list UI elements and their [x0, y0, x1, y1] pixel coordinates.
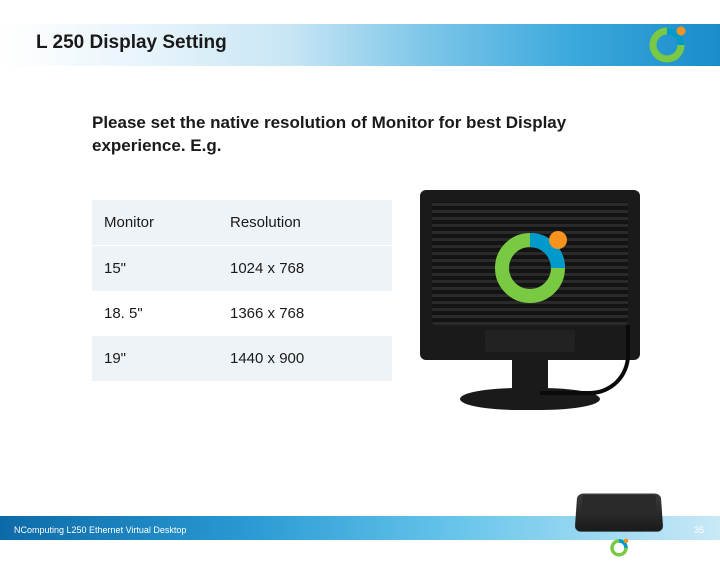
monitor-illustration	[400, 190, 660, 420]
cell-monitor: 15"	[92, 246, 218, 292]
device-illustration	[576, 492, 662, 532]
header-monitor: Monitor	[92, 200, 218, 246]
device-brand-logo	[607, 535, 632, 561]
header-resolution: Resolution	[218, 200, 392, 246]
cell-monitor: 18. 5"	[92, 291, 218, 336]
table-row: 19" 1440 x 900	[92, 336, 392, 381]
resolution-table: Monitor Resolution 15" 1024 x 768 18. 5"…	[92, 200, 392, 381]
footer-text: NComputing L250 Ethernet Virtual Desktop	[14, 525, 186, 535]
cell-resolution: 1366 x 768	[218, 291, 392, 336]
cell-resolution: 1440 x 900	[218, 336, 392, 381]
monitor-brand-logo	[480, 218, 580, 323]
brand-logo	[642, 20, 692, 75]
cell-resolution: 1024 x 768	[218, 246, 392, 292]
table-header-row: Monitor Resolution	[92, 200, 392, 246]
page-number: 35	[694, 525, 704, 535]
cable-icon	[540, 325, 630, 395]
table-row: 18. 5" 1366 x 768	[92, 291, 392, 336]
cell-monitor: 19"	[92, 336, 218, 381]
instruction-text: Please set the native resolution of Moni…	[92, 112, 650, 158]
page-title: L 250 Display Setting	[36, 32, 227, 54]
table-row: 15" 1024 x 768	[92, 246, 392, 292]
